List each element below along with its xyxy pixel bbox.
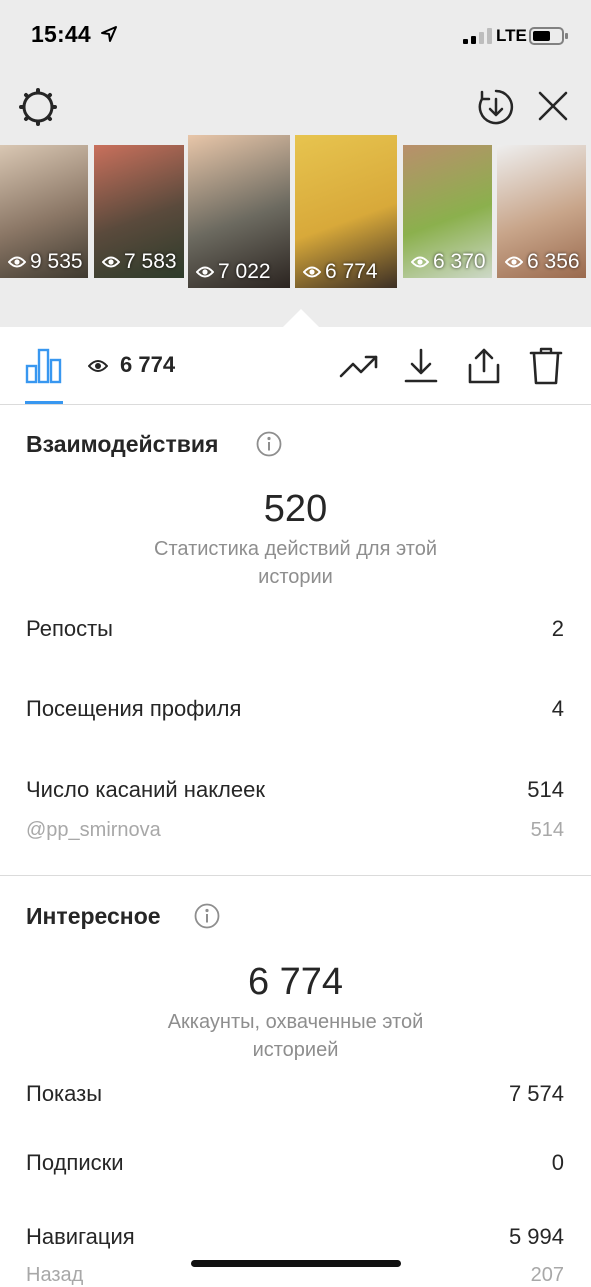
insights-toolbar: 6 774 bbox=[0, 327, 591, 405]
save-archive-icon[interactable] bbox=[476, 87, 516, 127]
interactions-caption-line1: Статистика действий для этой bbox=[154, 538, 437, 560]
settings-gear-icon[interactable] bbox=[18, 87, 58, 127]
battery-icon bbox=[529, 27, 568, 45]
sticker-mention-label[interactable]: @pp_smirnova bbox=[26, 819, 161, 842]
follows-value: 0 bbox=[551, 1150, 564, 1175]
views-count: 6 774 bbox=[120, 352, 176, 377]
reposts-value: 2 bbox=[551, 616, 564, 641]
info-icon[interactable] bbox=[194, 903, 220, 929]
interactions-caption-line2: истории bbox=[258, 566, 333, 588]
story-views-count: 6 356 bbox=[527, 250, 580, 273]
status-bar: 15:44 LTE bbox=[0, 0, 591, 70]
story-views-count: 7 583 bbox=[124, 250, 177, 273]
location-arrow-icon bbox=[101, 26, 117, 42]
story-views: 6 774 bbox=[303, 260, 378, 284]
info-icon[interactable] bbox=[256, 431, 282, 457]
selected-story-pointer bbox=[283, 309, 319, 327]
story-thumbnail[interactable]: 6 370 bbox=[403, 145, 492, 278]
reposts-label: Репосты bbox=[26, 616, 113, 641]
story-thumbnail[interactable]: 7 022 bbox=[188, 135, 290, 288]
eye-icon bbox=[505, 256, 523, 268]
trash-icon[interactable] bbox=[529, 346, 563, 386]
story-views-count: 9 535 bbox=[30, 250, 83, 273]
network-label: LTE bbox=[496, 26, 527, 45]
story-views-count: 6 774 bbox=[325, 260, 378, 283]
insights-chart-icon[interactable] bbox=[25, 348, 63, 384]
signal-icon bbox=[463, 28, 492, 44]
follows-label: Подписки bbox=[26, 1150, 124, 1175]
close-icon[interactable] bbox=[536, 89, 570, 123]
story-thumbnail[interactable]: 7 583 bbox=[94, 145, 184, 278]
eye-icon bbox=[303, 266, 321, 278]
status-time: 15:44 bbox=[31, 21, 91, 47]
stories-header: 15:44 LTE 9 535 7 583 7 022 6 774 6 370 … bbox=[0, 0, 591, 327]
impressions-value: 7 574 bbox=[508, 1081, 564, 1106]
impressions-label: Показы bbox=[26, 1081, 103, 1106]
discovery-caption-line2: историей bbox=[252, 1039, 339, 1061]
eye-icon bbox=[8, 256, 26, 268]
story-views: 7 583 bbox=[102, 250, 177, 274]
promote-trend-icon[interactable] bbox=[339, 354, 379, 380]
discovery-caption-line1: Аккаунты, охваченные этой bbox=[167, 1011, 424, 1033]
navigation-label: Навигация bbox=[26, 1224, 135, 1249]
interactions-title: Взаимодействия bbox=[26, 431, 219, 457]
story-views-count: 6 370 bbox=[433, 250, 486, 273]
discovery-title: Интересное bbox=[26, 903, 161, 929]
eye-icon bbox=[102, 256, 120, 268]
story-views: 6 356 bbox=[505, 250, 580, 274]
home-indicator[interactable] bbox=[191, 1260, 401, 1267]
back-value: 207 bbox=[530, 1264, 564, 1286]
eye-icon bbox=[88, 360, 108, 372]
interactions-caption: Статистика действий для этой истории bbox=[120, 535, 471, 591]
share-icon[interactable] bbox=[466, 347, 502, 385]
story-views-count: 7 022 bbox=[218, 260, 271, 283]
sticker-taps-label: Число касаний наклеек bbox=[26, 777, 265, 802]
sticker-mention-value: 514 bbox=[530, 819, 564, 841]
story-views: 9 535 bbox=[8, 250, 83, 274]
discovery-caption: Аккаунты, охваченные этой историей bbox=[120, 1008, 471, 1064]
section-divider bbox=[0, 875, 591, 876]
story-views: 7 022 bbox=[196, 260, 271, 284]
download-icon[interactable] bbox=[404, 348, 438, 384]
story-thumbnail[interactable]: 9 535 bbox=[0, 145, 88, 278]
profile-visits-label: Посещения профиля bbox=[26, 696, 242, 721]
stories-strip: 9 535 7 583 7 022 6 774 6 370 6 356 bbox=[0, 135, 591, 295]
eye-icon bbox=[411, 256, 429, 268]
profile-visits-value: 4 bbox=[551, 696, 564, 721]
sticker-taps-value: 514 bbox=[527, 777, 564, 802]
interactions-total: 520 bbox=[263, 488, 328, 530]
discovery-total: 6 774 bbox=[247, 961, 344, 1003]
story-views: 6 370 bbox=[411, 250, 486, 274]
eye-icon bbox=[196, 266, 214, 278]
story-thumbnail[interactable]: 6 774 bbox=[295, 135, 397, 288]
active-tab-indicator bbox=[25, 401, 63, 404]
story-thumbnail[interactable]: 6 356 bbox=[497, 145, 586, 278]
back-label: Назад bbox=[26, 1264, 84, 1286]
navigation-value: 5 994 bbox=[508, 1224, 564, 1249]
